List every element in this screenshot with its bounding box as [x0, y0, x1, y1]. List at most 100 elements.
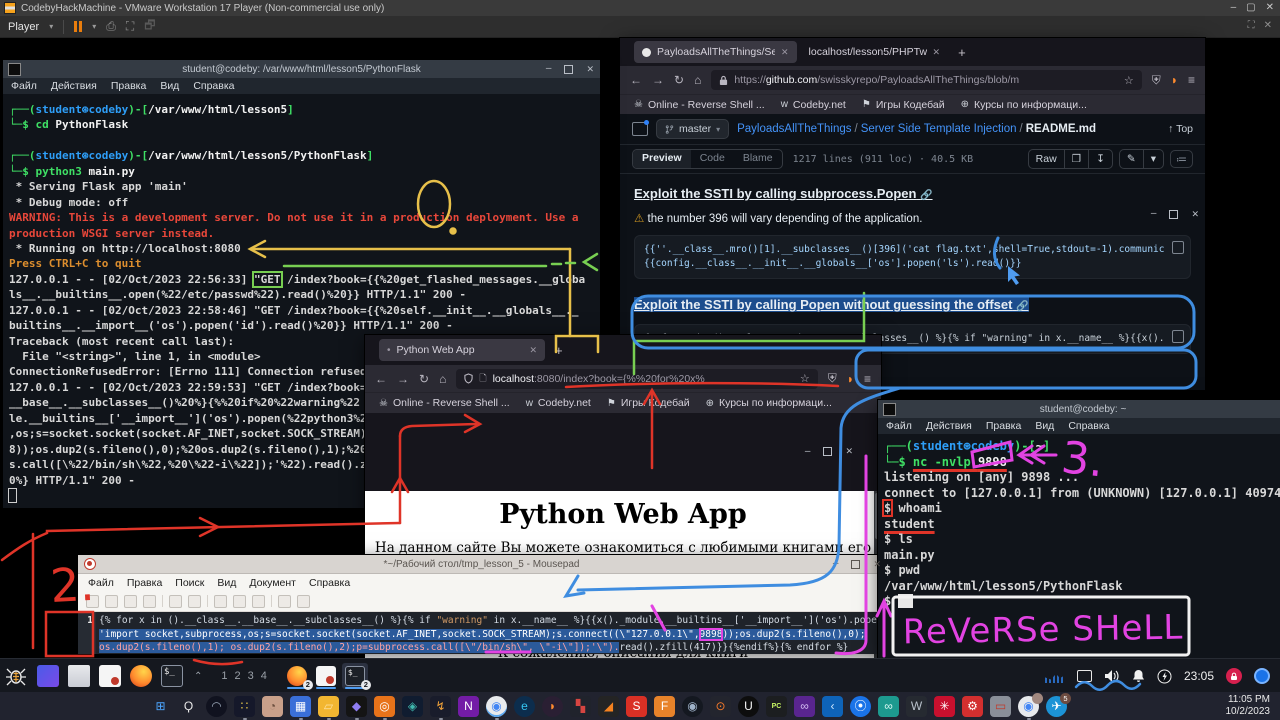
tab-payloadsallthethings[interactable]: PayloadsAllTheThings/Se ✕: [634, 41, 797, 63]
menu-item[interactable]: Правка: [986, 420, 1021, 432]
taskbar-icon-gear-red-1[interactable]: ✳: [934, 696, 955, 717]
menu-item[interactable]: Файл: [11, 80, 37, 92]
back-icon[interactable]: ←: [630, 73, 642, 87]
menu-item[interactable]: Документ: [249, 577, 296, 589]
close-button[interactable]: [1191, 209, 1199, 220]
home-icon[interactable]: ⌂: [439, 372, 446, 386]
view-switcher[interactable]: Preview Code Blame: [632, 149, 783, 169]
menu-item[interactable]: Поиск: [175, 577, 204, 589]
update-tray-icon[interactable]: [1254, 668, 1270, 684]
close-button[interactable]: [845, 446, 853, 457]
bookmark-item[interactable]: ⚑Игры Кодебай: [607, 397, 690, 409]
menu-item[interactable]: Файл: [886, 420, 912, 432]
task-mousepad[interactable]: [313, 663, 339, 689]
notification-bell-icon[interactable]: [1132, 669, 1145, 683]
taskbar-icon-pycharm[interactable]: PC: [766, 696, 787, 717]
firefox-launcher-icon[interactable]: [130, 665, 152, 687]
tab-python-web-app[interactable]: • Python Web App ✕: [379, 339, 545, 361]
pause-caret-icon[interactable]: ▾: [92, 22, 96, 31]
taskbar-icon-gear-red-2[interactable]: ⚙: [962, 696, 983, 717]
maximize-button[interactable]: [851, 560, 860, 569]
pencil-icon[interactable]: ✎: [1120, 150, 1143, 168]
taskbar-icon-lens-dark[interactable]: ◉: [682, 696, 703, 717]
taskbar-icon-game-y[interactable]: ◈: [402, 696, 423, 717]
taskbar-icon-blender[interactable]: ⊙: [710, 696, 731, 717]
taskbar-icon-arrows-orange[interactable]: ↯: [430, 696, 451, 717]
menu-item[interactable]: Правка: [111, 80, 146, 92]
minimize-button[interactable]: [1151, 209, 1157, 219]
taskbar-icon-portrait[interactable]: ◔: [262, 696, 283, 717]
terminal-titlebar[interactable]: student@codeby: /var/www/html/lesson5/Py…: [3, 60, 600, 78]
file-manager-icon[interactable]: [68, 665, 90, 687]
menu-item[interactable]: Файл: [88, 577, 114, 589]
taskbar-icon-visual-studio[interactable]: ∞: [794, 696, 815, 717]
show-desktop-icon[interactable]: [37, 665, 59, 687]
task-terminal[interactable]: $_2: [342, 663, 368, 689]
codeby-spider-icon[interactable]: [4, 664, 28, 688]
menu-item[interactable]: Действия: [926, 420, 972, 432]
new-tab-button[interactable]: +: [555, 343, 563, 358]
workspace-number[interactable]: 3: [248, 670, 254, 682]
url-bar[interactable]: https://github.com/swisskyrepo/PayloadsA…: [711, 70, 1141, 90]
player-caret-icon[interactable]: ▾: [49, 22, 53, 31]
breadcrumb[interactable]: PayloadsAllTheThings/Server Side Templat…: [737, 123, 1096, 135]
taskbar-icon-obsidian[interactable]: ◆: [346, 696, 367, 717]
url-bar[interactable]: 🗋 localhost:8080/index?book={%%20for%20x…: [456, 369, 817, 389]
player-menu[interactable]: Player: [8, 21, 39, 33]
tab-blame[interactable]: Blame: [734, 150, 782, 168]
tab-preview[interactable]: Preview: [633, 150, 691, 168]
unity-icon[interactable]: 🗗: [144, 16, 155, 37]
home-icon[interactable]: ⌂: [694, 73, 701, 87]
tab-close-icon[interactable]: ✕: [781, 47, 789, 58]
mousepad-editor[interactable]: 1 {% for x in ().__class__.__base__.__su…: [78, 612, 885, 654]
taskbar-icon-telegram[interactable]: ✈5: [1046, 696, 1067, 717]
terminal-launcher-icon[interactable]: $_: [161, 665, 183, 687]
branch-selector[interactable]: master▾: [656, 119, 729, 139]
close-button[interactable]: [586, 64, 594, 75]
workspace-number[interactable]: 2: [235, 670, 241, 682]
expand-caret-icon[interactable]: ⌃: [194, 671, 202, 682]
taskbar-icon-sub-red[interactable]: S: [626, 696, 647, 717]
back-icon[interactable]: ←: [375, 372, 387, 386]
fullscreen-icon[interactable]: ⛶: [126, 19, 134, 34]
taskbar-icon-chrome-profile[interactable]: ◉: [1018, 696, 1039, 717]
taskbar-icon-speedtest[interactable]: ◠: [206, 696, 227, 717]
menu-item[interactable]: Справка: [193, 80, 234, 92]
tab-close-icon[interactable]: ✕: [933, 47, 941, 58]
taskbar-icon-edge[interactable]: e: [514, 696, 535, 717]
taskbar-icon-start[interactable]: ⊞: [150, 696, 171, 717]
vmware-window-controls[interactable]: –▢✕: [1231, 2, 1274, 13]
minimize-button[interactable]: [805, 447, 811, 457]
anchor-link-icon[interactable]: 🔗: [1016, 301, 1028, 312]
menu-item[interactable]: Справка: [309, 577, 350, 589]
file-tree-icon[interactable]: [632, 122, 648, 136]
code-block-1[interactable]: {{''.__class__.mro()[1].__subclasses__()…: [634, 235, 1191, 279]
copy-raw-icon[interactable]: ❐: [1064, 150, 1088, 168]
bookmark-item[interactable]: ☠Online - Reverse Shell ...: [634, 99, 765, 111]
minimize-button[interactable]: [833, 559, 839, 569]
mousepad-titlebar[interactable]: *~/Рабочий стол/tmp_lesson_5 - Mousepad: [78, 555, 885, 574]
menu-item[interactable]: Вид: [217, 577, 236, 589]
taskbar-icon-app-grid[interactable]: ∷: [234, 696, 255, 717]
tab-code[interactable]: Code: [691, 150, 734, 168]
raw-button-group[interactable]: Raw ❐ ↧: [1028, 149, 1113, 169]
section-heading-popen-offset[interactable]: Exploit the SSTI by calling Popen withou…: [634, 297, 1029, 312]
section-heading-subprocess-popen[interactable]: Exploit the SSTI by calling subprocess.P…: [634, 186, 1191, 201]
bookmark-item[interactable]: ⚑Игры Кодебай: [862, 99, 945, 111]
vm-pause-button[interactable]: [74, 21, 82, 32]
taskbar-icon-folio-orange[interactable]: F: [654, 696, 675, 717]
taskbar-icon-vscode[interactable]: ‹: [822, 696, 843, 717]
workspace-number[interactable]: 1: [221, 670, 227, 682]
maximize-button[interactable]: [823, 447, 832, 456]
taskbar-icon-chrome[interactable]: ◉: [486, 696, 507, 717]
close-button[interactable]: [873, 559, 881, 570]
taskbar-icon-search[interactable]: Ϙ: [178, 696, 199, 717]
menu-item[interactable]: Вид: [1035, 420, 1054, 432]
taskbar-icon-explorer[interactable]: ▱: [318, 696, 339, 717]
taskbar-icon-carrot[interactable]: ◢: [598, 696, 619, 717]
taskbar-icon-octo-orange[interactable]: ◎: [374, 696, 395, 717]
download-icon[interactable]: ↧: [1088, 150, 1112, 168]
menu-item[interactable]: Справка: [1068, 420, 1109, 432]
taskbar-icon-onenote[interactable]: N: [458, 696, 479, 717]
taskbar-icon-maps-blue[interactable]: ⦿: [850, 696, 871, 717]
